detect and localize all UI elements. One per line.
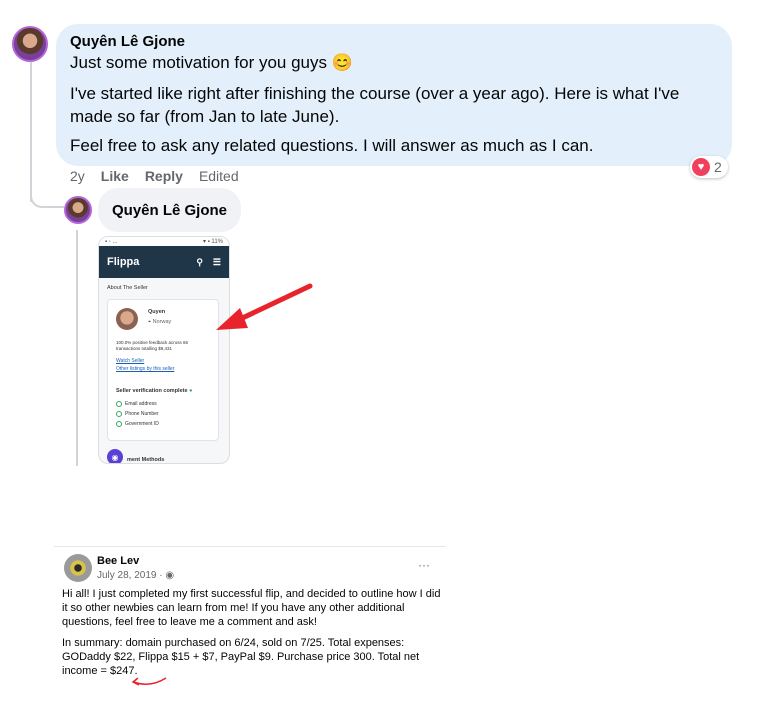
comment-actions: 2y Like Reply Edited xyxy=(70,168,239,184)
underline-arrow-icon xyxy=(131,677,167,686)
comment-line-1: Just some motivation for you guys 😊 xyxy=(70,53,353,72)
like-button[interactable]: Like xyxy=(101,168,129,184)
attached-screenshot[interactable]: ▪ ◦ ... ▾ ▪ 11% Flippa ⚲ ☰ About The Selle… xyxy=(98,236,230,464)
reaction-badge[interactable]: ♥ 2 xyxy=(690,156,728,178)
watch-seller-link[interactable]: Watch Seller xyxy=(116,358,144,364)
feedback-line-2: transactions totalling $9,431 xyxy=(116,346,173,351)
section-title: About The Seller xyxy=(107,285,148,291)
payment-methods-label: ment Methods xyxy=(127,457,165,463)
comment-line-2: I've started like right after finishing … xyxy=(70,84,680,126)
edited-label[interactable]: Edited xyxy=(199,168,239,184)
check-circle-icon: ● xyxy=(189,388,193,394)
flippa-logo: Flippa xyxy=(107,256,140,268)
post-author-avatar[interactable] xyxy=(64,554,92,582)
check-item: Phone Number xyxy=(116,411,159,417)
comment-author[interactable]: Quyên Lê Gjone xyxy=(70,33,185,50)
seller-avatar xyxy=(116,308,138,330)
post-paragraph-2: In summary: domain purchased on 6/24, so… xyxy=(62,637,420,677)
thread-connector xyxy=(30,196,64,208)
globe-icon: ◉ xyxy=(165,570,175,581)
chat-icon[interactable]: ◉ xyxy=(107,449,123,463)
post-paragraph-1: Hi all! I just completed my first succes… xyxy=(62,588,441,628)
search-icon: ⚲ xyxy=(196,256,203,267)
heart-icon: ♥ xyxy=(692,158,710,176)
seller-location: ⌖ Norway xyxy=(148,319,172,325)
annotation-arrow-icon xyxy=(216,283,313,330)
other-listings-link[interactable]: Other listings by this seller xyxy=(116,366,174,372)
thread-line xyxy=(30,62,32,202)
reply-button[interactable]: Reply xyxy=(145,168,183,184)
seller-name: Quyen xyxy=(148,309,166,315)
reply-avatar[interactable] xyxy=(64,196,92,224)
reply-author[interactable]: Quyên Lê Gjone xyxy=(112,202,227,219)
verification-title: Seller verification complete ● xyxy=(116,388,193,394)
menu-icon: ☰ xyxy=(212,256,221,267)
verification-list: Email address Phone Number Government ID xyxy=(116,401,159,431)
flippa-header: Flippa ⚲ ☰ xyxy=(99,246,229,278)
reply-bubble: Quyên Lê Gjone xyxy=(98,188,242,232)
reaction-count: 2 xyxy=(714,159,722,175)
reply-thread-line xyxy=(76,230,78,466)
comment-age[interactable]: 2y xyxy=(70,168,85,184)
phone-status-bar: ▪ ◦ ... ▾ ▪ 11% xyxy=(99,237,229,246)
check-icon xyxy=(116,421,122,427)
more-options-icon[interactable]: ··· xyxy=(418,558,430,572)
comment-line-3: Feel free to ask any related questions. … xyxy=(70,136,594,155)
seller-card: Quyen ⌖ Norway 100.0% positive feedback … xyxy=(107,299,219,441)
post-author[interactable]: Bee Lev xyxy=(97,555,139,567)
check-icon xyxy=(116,411,122,417)
check-icon xyxy=(116,401,122,407)
avatar[interactable] xyxy=(12,26,48,62)
post-date[interactable]: July 28, 2019 · ◉ xyxy=(97,570,174,581)
check-item: Government ID xyxy=(116,421,159,427)
post-divider xyxy=(54,546,446,547)
check-item: Email address xyxy=(116,401,159,407)
feedback-line-1: 100.0% positive feedback across 66 xyxy=(116,340,189,345)
